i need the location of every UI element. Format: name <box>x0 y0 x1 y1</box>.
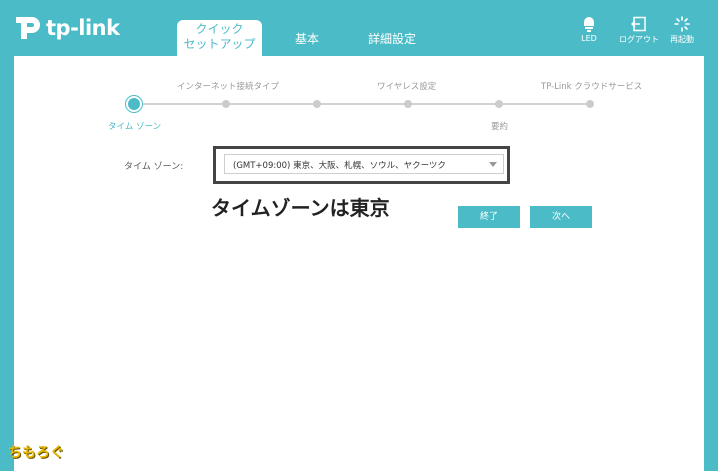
led-button[interactable]: LED <box>577 16 601 43</box>
reboot-button[interactable]: 再起動 <box>667 16 697 45</box>
stepper-dot-summary[interactable] <box>495 100 503 108</box>
step-label-cloud: TP-Link クラウドサービス <box>541 82 643 92</box>
tp-link-logo-icon <box>16 17 40 39</box>
timezone-selected-value: (GMT+09:00) 東京、大阪、札幌、ソウル、ヤクーツク <box>233 161 446 171</box>
timezone-label: タイム ゾーン: <box>124 162 184 172</box>
stepper-dot-timezone[interactable] <box>128 98 140 110</box>
stepper-dot-cloud[interactable] <box>586 100 594 108</box>
logout-icon <box>631 16 646 32</box>
step-label-wireless: ワイヤレス設定 <box>377 82 437 92</box>
tab-basic[interactable]: 基本 <box>282 30 332 47</box>
tab-quick-setup-line2: セットアップ <box>183 37 256 51</box>
reboot-spinner-icon <box>674 16 690 32</box>
stepper-dot-3[interactable] <box>313 100 321 108</box>
logo-text: tp-link <box>46 16 120 40</box>
top-header: tp-link クイック セットアップ 基本 詳細設定 LED ログアウト 再起… <box>0 0 718 56</box>
stepper-track <box>136 103 592 105</box>
step-label-summary: 要約 <box>491 122 509 132</box>
step-label-timezone: タイム ゾーン <box>108 122 162 132</box>
main-panel: タイム ゾーン インターネット接続タイプ ワイヤレス設定 要約 TP-Link … <box>14 56 704 471</box>
tp-link-logo: tp-link <box>12 13 120 43</box>
led-bulb-icon <box>584 17 594 32</box>
next-button[interactable]: 次へ <box>530 206 592 228</box>
watermark: ちもろぐ <box>8 445 64 461</box>
stepper-dot-wireless[interactable] <box>404 100 412 108</box>
logout-label: ログアウト <box>619 35 659 44</box>
exit-button[interactable]: 終了 <box>458 206 520 228</box>
logout-button[interactable]: ログアウト <box>615 16 663 45</box>
tab-quick-setup-line1: クイック <box>195 22 244 36</box>
tab-quick-setup[interactable]: クイック セットアップ <box>177 20 262 56</box>
chevron-down-icon <box>489 162 497 167</box>
led-label: LED <box>581 34 597 43</box>
reboot-label: 再起動 <box>670 35 694 44</box>
annotation-caption: タイムゾーンは東京 <box>211 196 390 220</box>
step-label-internet: インターネット接続タイプ <box>177 82 280 92</box>
stepper-dot-internet[interactable] <box>222 100 230 108</box>
timezone-select[interactable]: (GMT+09:00) 東京、大阪、札幌、ソウル、ヤクーツク <box>224 154 504 174</box>
tab-advanced[interactable]: 詳細設定 <box>362 30 422 47</box>
